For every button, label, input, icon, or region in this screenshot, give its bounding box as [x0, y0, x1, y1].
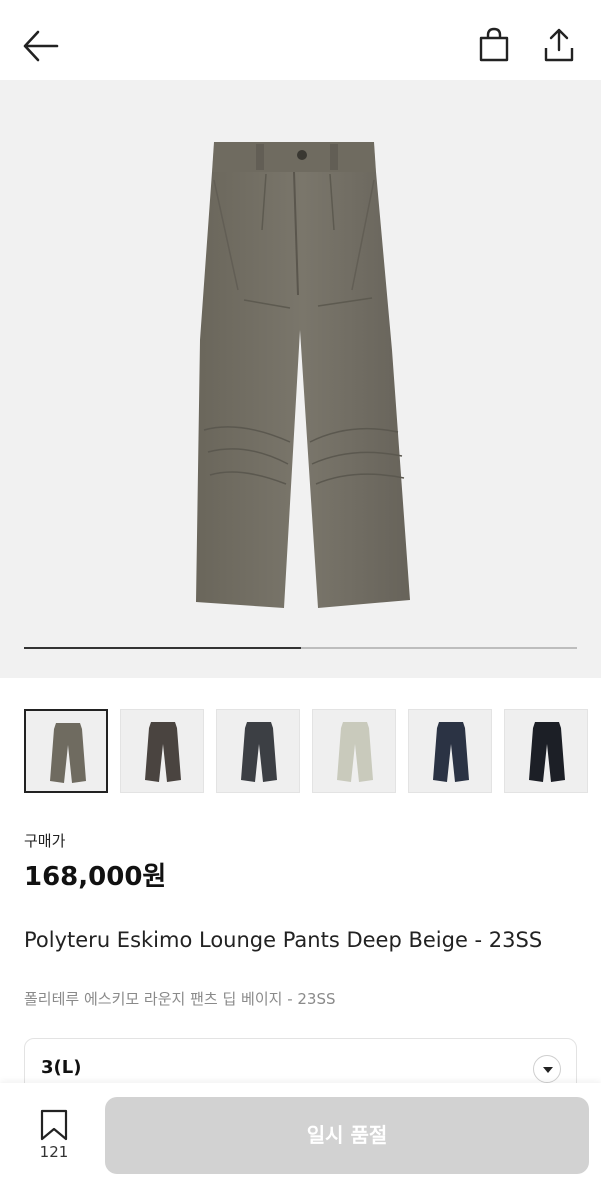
- thumbnail-pants-image: [241, 722, 277, 782]
- thumbnail-item[interactable]: [408, 709, 492, 793]
- back-button[interactable]: [22, 28, 62, 64]
- dropdown-button[interactable]: [533, 1055, 561, 1083]
- price-value: 168,000원: [24, 862, 167, 892]
- product-title-ko: 폴리테루 에스키모 라운지 팬츠 딥 베이지 - 23SS: [24, 990, 336, 1008]
- thumbnail-item[interactable]: [312, 709, 396, 793]
- size-select-value: 3(L): [41, 1057, 82, 1078]
- thumbnail-item[interactable]: [504, 709, 588, 793]
- thumbnail-pants-image: [433, 722, 469, 782]
- bottom-action-bar: 121 일시 품절: [0, 1083, 601, 1200]
- arrow-left-icon: [23, 30, 59, 62]
- bookmark-count: 121: [39, 1143, 69, 1161]
- thumbnail-item[interactable]: [24, 709, 108, 793]
- thumbnail-strip: [24, 709, 601, 793]
- thumbnail-pants-image: [145, 722, 181, 782]
- bookmark-button[interactable]: [38, 1108, 70, 1142]
- shopping-bag-icon: [479, 27, 509, 62]
- price-label: 구매가: [24, 832, 66, 850]
- product-title-en: Polyteru Eskimo Lounge Pants Deep Beige …: [24, 928, 543, 952]
- thumbnail-item[interactable]: [120, 709, 204, 793]
- product-image-gallery[interactable]: [0, 80, 601, 678]
- thumbnail-item[interactable]: [216, 709, 300, 793]
- caret-down-icon: [543, 1067, 553, 1073]
- thumbnail-pants-image: [50, 723, 86, 783]
- gallery-progress-bar: [24, 647, 577, 649]
- top-bar: [0, 0, 601, 80]
- share-upload-icon: [544, 28, 574, 62]
- thumbnail-pants-image: [337, 722, 373, 782]
- bookmark-icon: [40, 1109, 68, 1141]
- thumbnail-pants-image: [529, 722, 565, 782]
- soldout-button[interactable]: 일시 품절: [105, 1097, 589, 1174]
- cart-button[interactable]: [476, 26, 512, 64]
- product-main-image: [196, 142, 410, 608]
- gallery-progress-fill: [24, 647, 301, 649]
- share-button[interactable]: [540, 26, 578, 64]
